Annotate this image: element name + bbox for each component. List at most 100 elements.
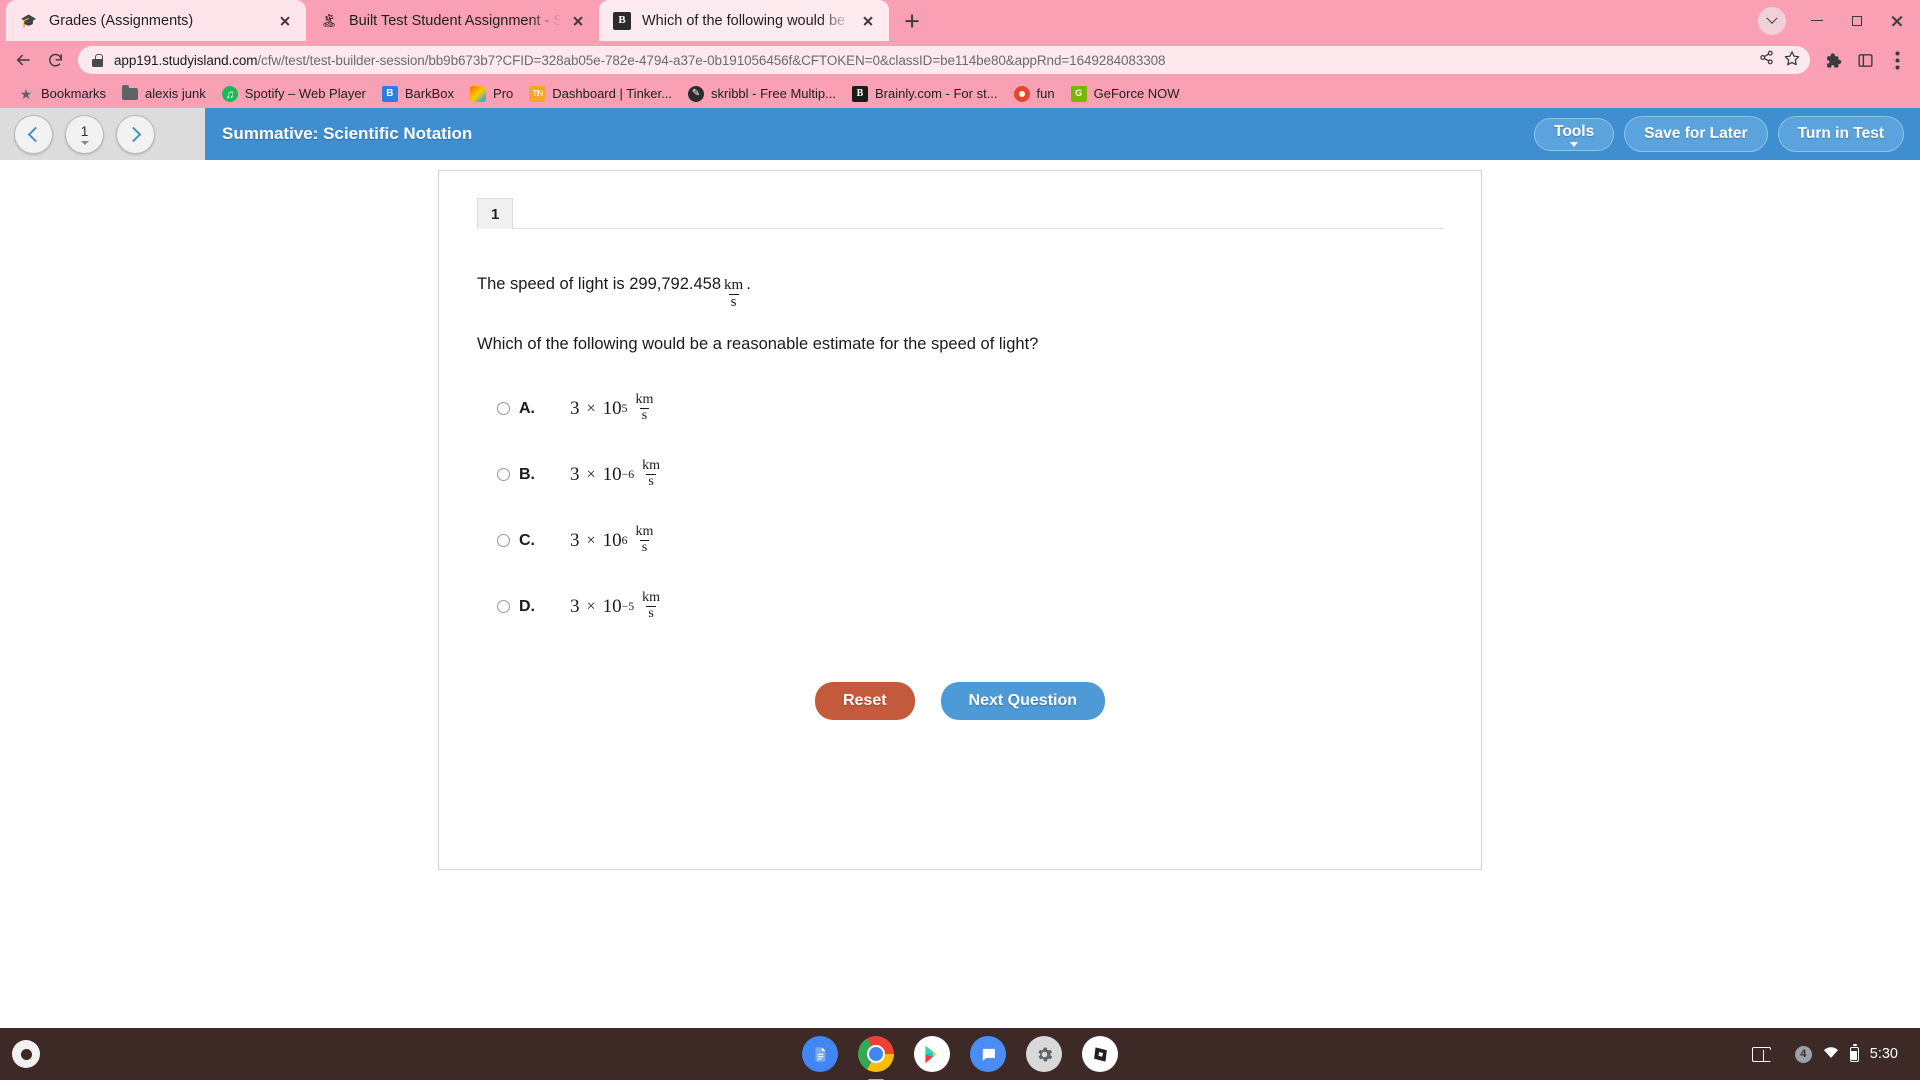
browser-window: 🎓 Grades (Assignments) 🏝 Built Test Stud… <box>0 0 1920 1028</box>
browser-tab-built-test[interactable]: 🏝 Built Test Student Assignment - S <box>306 0 599 41</box>
tools-button[interactable]: Tools <box>1534 118 1614 151</box>
address-bar[interactable]: app191.studyisland.com/cfw/test/test-bui… <box>78 46 1810 74</box>
radio-button-b[interactable] <box>497 468 510 481</box>
option-letter: B. <box>519 466 549 484</box>
tab-title: Built Test Student Assignment - S <box>349 13 561 29</box>
extensions-button[interactable] <box>1818 45 1848 75</box>
turn-in-test-button[interactable]: Turn in Test <box>1778 116 1904 152</box>
base: 10 <box>603 398 622 420</box>
reset-button[interactable]: Reset <box>815 682 915 720</box>
divider <box>477 228 1443 229</box>
bookmark-bookmarks[interactable]: ★ Bookmarks <box>10 83 114 105</box>
fraction-denominator: s <box>640 408 649 424</box>
folder-icon <box>122 86 138 102</box>
status-area[interactable]: 4 5:30 <box>1752 1041 1908 1068</box>
back-button[interactable] <box>8 45 38 75</box>
docs-icon[interactable] <box>802 1036 838 1072</box>
bookmark-alexis-junk[interactable]: alexis junk <box>114 83 214 105</box>
answer-option-d[interactable]: D. 3 × 10−5 km s <box>477 574 1443 640</box>
chrome-icon[interactable] <box>858 1036 894 1072</box>
star-icon: ★ <box>18 86 34 102</box>
bookmark-label: fun <box>1037 86 1055 101</box>
settings-icon[interactable] <box>1026 1036 1062 1072</box>
tab-title: Grades (Assignments) <box>49 13 268 29</box>
fraction-numerator: km <box>722 278 745 294</box>
lock-icon <box>92 53 103 67</box>
window-controls <box>1758 0 1920 41</box>
previous-question-button[interactable] <box>14 115 53 154</box>
fraction-numerator: km <box>634 393 656 408</box>
notification-badge: 4 <box>1795 1046 1812 1063</box>
bookmark-barkbox[interactable]: B BarkBox <box>374 83 462 105</box>
profile-button[interactable] <box>1850 45 1880 75</box>
close-icon[interactable] <box>857 10 879 32</box>
answer-option-b[interactable]: B. 3 × 10−6 km s <box>477 442 1443 508</box>
browser-toolbar: app191.studyisland.com/cfw/test/test-bui… <box>0 41 1920 79</box>
unit-km-per-s: km s <box>634 525 656 555</box>
test-title: Summative: Scientific Notation <box>222 124 1534 144</box>
next-question-button[interactable]: Next Question <box>941 682 1105 720</box>
bookmark-fun[interactable]: fun <box>1006 83 1063 105</box>
url-text: app191.studyisland.com/cfw/test/test-bui… <box>114 53 1751 68</box>
study-island-icon: 🏝 <box>320 12 338 30</box>
chevron-down-icon <box>81 141 89 145</box>
answer-option-c[interactable]: C. 3 × 106 km s <box>477 508 1443 574</box>
question-stem: The speed of light is 299,792.458 km s . <box>477 273 1443 311</box>
next-question-button[interactable] <box>116 115 155 154</box>
bookmarks-bar: ★ Bookmarks alexis junk ♫ Spotify – Web … <box>0 79 1920 108</box>
battery-icon <box>1850 1047 1859 1062</box>
bookmark-label: Spotify – Web Player <box>245 86 366 101</box>
bookmark-label: alexis junk <box>145 86 206 101</box>
bookmark-pro[interactable]: Pro <box>462 83 521 105</box>
option-value-d: 3 × 10−5 km s <box>570 591 663 621</box>
browser-tab-grades[interactable]: 🎓 Grades (Assignments) <box>6 0 306 41</box>
radio-button-a[interactable] <box>497 402 510 415</box>
multiply-icon: × <box>587 532 596 550</box>
bookmark-tinkercad[interactable]: TIN Dashboard | Tinker... <box>521 83 680 105</box>
fraction-denominator: s <box>729 294 739 311</box>
clock: 5:30 <box>1870 1046 1898 1062</box>
profile-avatar[interactable] <box>1758 7 1786 35</box>
brainly-icon: B <box>852 86 868 102</box>
question-selector-dropdown[interactable]: 1 <box>65 115 104 154</box>
share-icon[interactable] <box>1759 50 1774 70</box>
tools-label: Tools <box>1554 123 1594 141</box>
system-shelf: 4 5:30 <box>0 1028 1920 1080</box>
question-stem-suffix: . <box>746 273 751 295</box>
star-icon[interactable] <box>1784 50 1800 71</box>
chevron-down-icon <box>1766 12 1777 23</box>
launcher-icon[interactable] <box>12 1040 40 1068</box>
close-icon[interactable] <box>567 10 589 32</box>
browser-tab-brainly[interactable]: B Which of the following would be <box>599 0 889 41</box>
chevron-right-icon <box>126 126 142 142</box>
grades-icon: 🎓 <box>20 12 38 30</box>
question-navigation: 1 <box>0 108 205 160</box>
bookmark-geforce-now[interactable]: G GeForce NOW <box>1063 83 1188 105</box>
new-tab-button[interactable] <box>897 6 927 36</box>
messages-icon[interactable] <box>970 1036 1006 1072</box>
radio-button-c[interactable] <box>497 534 510 547</box>
question-card-wrapper: 1 The speed of light is 299,792.458 km s… <box>0 160 1920 870</box>
status-tray[interactable]: 4 5:30 <box>1785 1041 1908 1068</box>
minimize-button[interactable] <box>1798 2 1836 40</box>
close-icon[interactable] <box>274 10 296 32</box>
bookmark-spotify[interactable]: ♫ Spotify – Web Player <box>214 83 374 105</box>
cast-icon[interactable] <box>1752 1047 1771 1062</box>
maximize-button[interactable] <box>1838 2 1876 40</box>
bookmark-brainly[interactable]: B Brainly.com - For st... <box>844 83 1006 105</box>
close-window-button[interactable] <box>1878 2 1916 40</box>
browser-menu-button[interactable] <box>1882 45 1912 75</box>
tab-title: Which of the following would be <box>642 13 851 29</box>
roblox-icon[interactable] <box>1082 1036 1118 1072</box>
save-for-later-button[interactable]: Save for Later <box>1624 116 1767 152</box>
option-letter: D. <box>519 598 549 616</box>
radio-button-d[interactable] <box>497 600 510 613</box>
coefficient: 3 <box>570 530 580 552</box>
play-store-icon[interactable] <box>914 1036 950 1072</box>
answer-option-a[interactable]: A. 3 × 105 km s <box>477 376 1443 442</box>
reload-button[interactable] <box>40 45 70 75</box>
bookmark-skribbl[interactable]: ✎ skribbl - Free Multip... <box>680 83 844 105</box>
option-letter: C. <box>519 532 549 550</box>
coefficient: 3 <box>570 464 580 486</box>
save-for-later-label: Save for Later <box>1644 125 1747 143</box>
